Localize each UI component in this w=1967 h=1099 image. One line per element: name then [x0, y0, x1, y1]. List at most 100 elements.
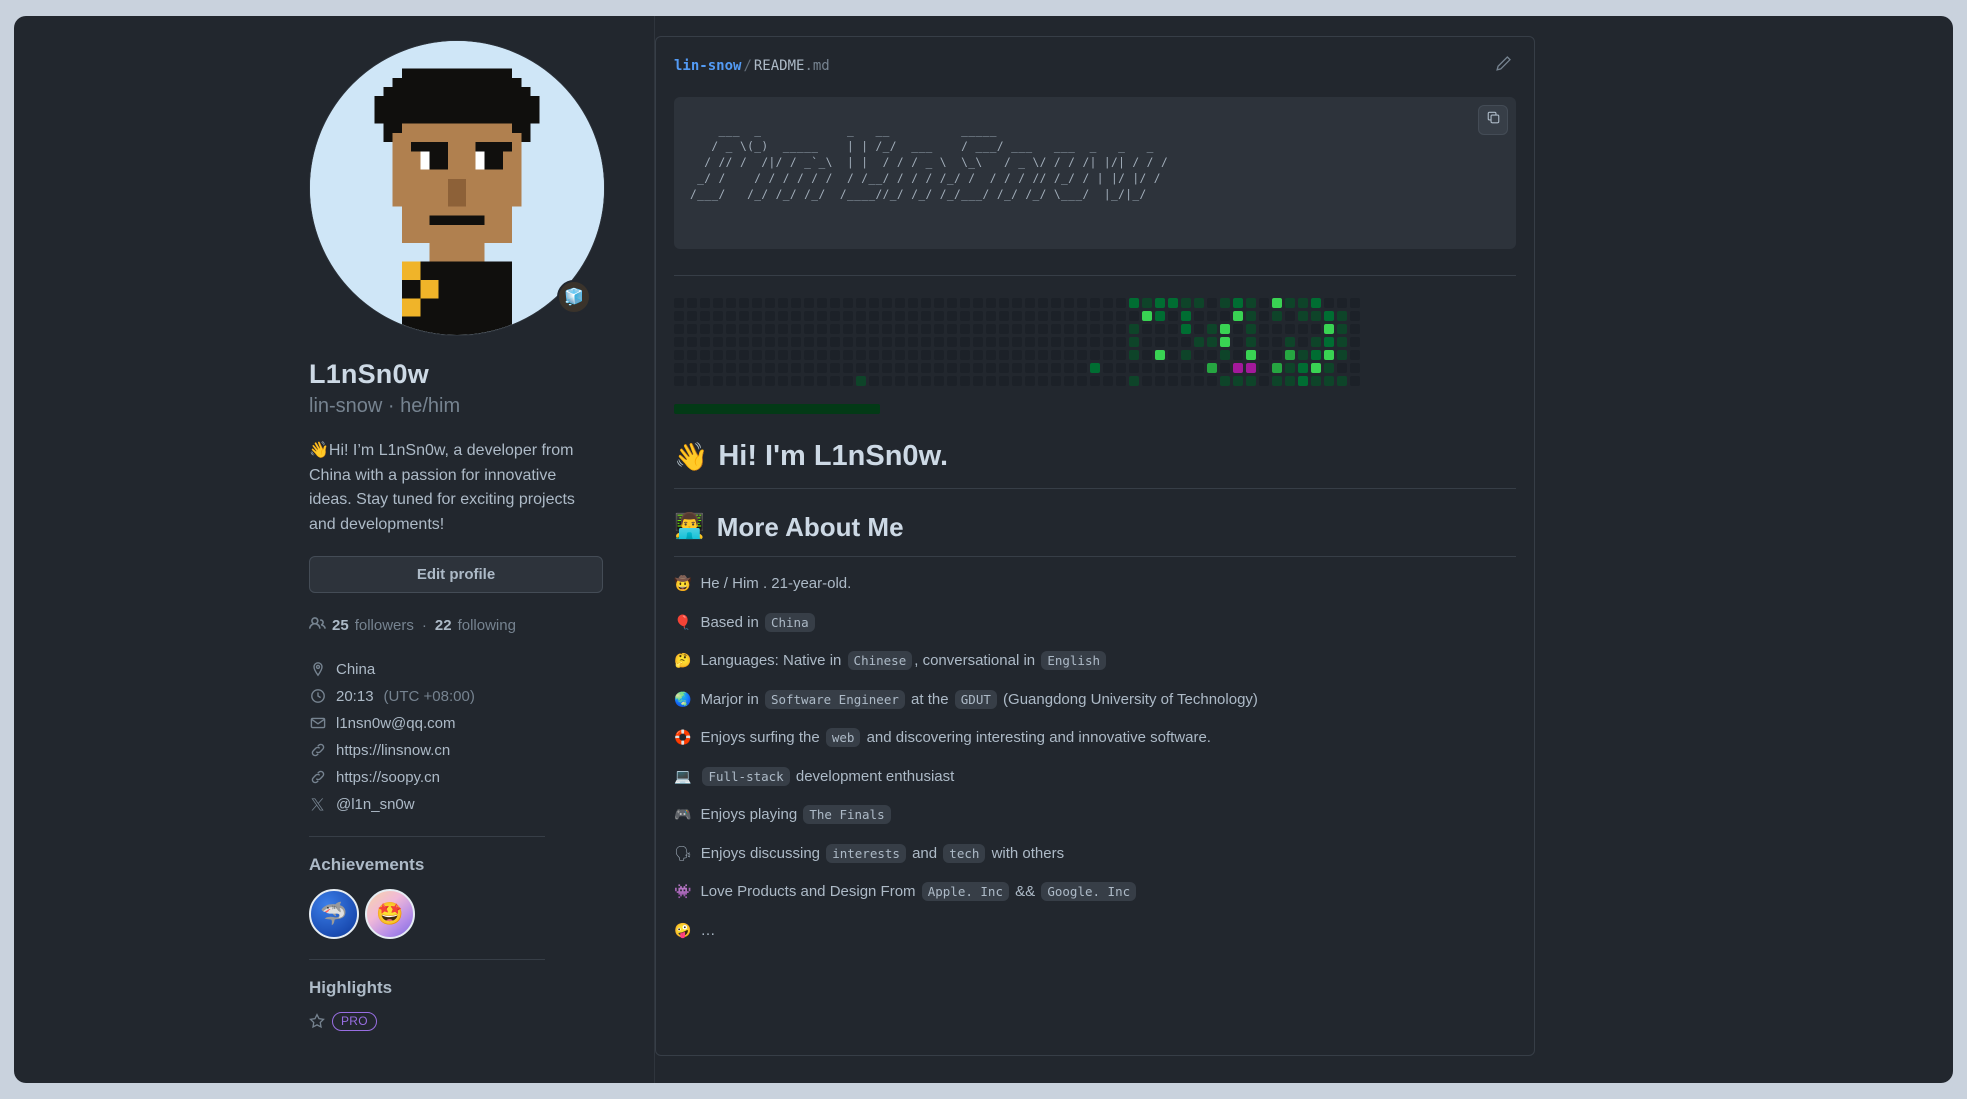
- contribution-cell[interactable]: [1207, 324, 1217, 334]
- contribution-cell[interactable]: [1285, 311, 1295, 321]
- contribution-cell[interactable]: [869, 298, 879, 308]
- contribution-cell[interactable]: [1350, 376, 1360, 386]
- contribution-cell[interactable]: [765, 376, 775, 386]
- contribution-cell[interactable]: [1233, 311, 1243, 321]
- contribution-cell[interactable]: [1233, 363, 1243, 373]
- contribution-cell[interactable]: [921, 363, 931, 373]
- contribution-cell[interactable]: [1298, 376, 1308, 386]
- contribution-cell[interactable]: [726, 324, 736, 334]
- contribution-cell[interactable]: [1272, 376, 1282, 386]
- contribution-cell[interactable]: [765, 324, 775, 334]
- contribution-cell[interactable]: [1298, 337, 1308, 347]
- contribution-cell[interactable]: [973, 311, 983, 321]
- contribution-cell[interactable]: [843, 376, 853, 386]
- contribution-cell[interactable]: [1064, 311, 1074, 321]
- contribution-cell[interactable]: [1259, 363, 1269, 373]
- contribution-cell[interactable]: [869, 376, 879, 386]
- contribution-cell[interactable]: [1298, 350, 1308, 360]
- contribution-cell[interactable]: [908, 363, 918, 373]
- contribution-cell[interactable]: [1311, 350, 1321, 360]
- contribution-cell[interactable]: [1090, 337, 1100, 347]
- contribution-cell[interactable]: [1246, 376, 1256, 386]
- contribution-cell[interactable]: [1116, 350, 1126, 360]
- contribution-cell[interactable]: [869, 324, 879, 334]
- contribution-cell[interactable]: [986, 350, 996, 360]
- contribution-cell[interactable]: [882, 298, 892, 308]
- contribution-cell[interactable]: [973, 324, 983, 334]
- contribution-cell[interactable]: [700, 337, 710, 347]
- contribution-cell[interactable]: [1012, 363, 1022, 373]
- contribution-cell[interactable]: [843, 337, 853, 347]
- contribution-cell[interactable]: [947, 311, 957, 321]
- contribution-cell[interactable]: [908, 376, 918, 386]
- contribution-cell[interactable]: [1142, 337, 1152, 347]
- contribution-cell[interactable]: [739, 337, 749, 347]
- contribution-cell[interactable]: [1285, 376, 1295, 386]
- contribution-cell[interactable]: [817, 311, 827, 321]
- contribution-cell[interactable]: [817, 337, 827, 347]
- contribution-cell[interactable]: [1259, 337, 1269, 347]
- contribution-cell[interactable]: [960, 298, 970, 308]
- contribution-cell[interactable]: [1233, 337, 1243, 347]
- contribution-cell[interactable]: [986, 324, 996, 334]
- contribution-cell[interactable]: [739, 350, 749, 360]
- contribution-cell[interactable]: [908, 350, 918, 360]
- contribution-cell[interactable]: [1324, 311, 1334, 321]
- contribution-cell[interactable]: [882, 324, 892, 334]
- contribution-cell[interactable]: [1337, 363, 1347, 373]
- contribution-cell[interactable]: [882, 363, 892, 373]
- breadcrumb-owner[interactable]: lin-snow: [674, 58, 741, 74]
- contribution-cell[interactable]: [947, 337, 957, 347]
- contribution-cell[interactable]: [1324, 376, 1334, 386]
- contribution-cell[interactable]: [1285, 324, 1295, 334]
- contribution-cell[interactable]: [999, 337, 1009, 347]
- pro-badge[interactable]: PRO: [332, 1011, 377, 1031]
- contribution-cell[interactable]: [726, 298, 736, 308]
- contribution-cell[interactable]: [1246, 311, 1256, 321]
- contribution-cell[interactable]: [817, 298, 827, 308]
- contribution-cell[interactable]: [1311, 376, 1321, 386]
- contribution-cell[interactable]: [1311, 311, 1321, 321]
- contribution-cell[interactable]: [1350, 350, 1360, 360]
- contribution-cell[interactable]: [856, 324, 866, 334]
- following-label[interactable]: following: [458, 617, 516, 634]
- contribution-cell[interactable]: [1285, 337, 1295, 347]
- contribution-cell[interactable]: [830, 298, 840, 308]
- contribution-cell[interactable]: [1090, 350, 1100, 360]
- contribution-cell[interactable]: [1259, 324, 1269, 334]
- contribution-cell[interactable]: [1025, 298, 1035, 308]
- contribution-cell[interactable]: [700, 363, 710, 373]
- contribution-cell[interactable]: [999, 350, 1009, 360]
- contribution-cell[interactable]: [1181, 350, 1191, 360]
- contribution-cell[interactable]: [1168, 376, 1178, 386]
- contribution-cell[interactable]: [882, 337, 892, 347]
- contribution-cell[interactable]: [1103, 376, 1113, 386]
- contribution-cell[interactable]: [1077, 324, 1087, 334]
- contribution-cell[interactable]: [1142, 324, 1152, 334]
- contribution-cell[interactable]: [1142, 376, 1152, 386]
- contribution-cell[interactable]: [1233, 350, 1243, 360]
- contribution-cell[interactable]: [674, 298, 684, 308]
- contribution-cell[interactable]: [700, 376, 710, 386]
- contribution-cell[interactable]: [1207, 363, 1217, 373]
- contribution-cell[interactable]: [1181, 363, 1191, 373]
- contribution-cell[interactable]: [1272, 337, 1282, 347]
- contribution-cell[interactable]: [895, 311, 905, 321]
- contribution-cell[interactable]: [687, 350, 697, 360]
- contribution-cell[interactable]: [960, 363, 970, 373]
- contribution-cell[interactable]: [947, 363, 957, 373]
- contribution-cell[interactable]: [1194, 337, 1204, 347]
- contribution-cell[interactable]: [856, 376, 866, 386]
- breadcrumb-file[interactable]: README: [754, 58, 805, 74]
- contribution-cell[interactable]: [778, 350, 788, 360]
- contribution-cell[interactable]: [1272, 311, 1282, 321]
- contribution-cell[interactable]: [1129, 350, 1139, 360]
- contribution-grid[interactable]: [674, 298, 1516, 386]
- contribution-cell[interactable]: [1298, 298, 1308, 308]
- contribution-cell[interactable]: [1051, 298, 1061, 308]
- contribution-cell[interactable]: [687, 363, 697, 373]
- contribution-cell[interactable]: [765, 350, 775, 360]
- contribution-cell[interactable]: [908, 311, 918, 321]
- contribution-cell[interactable]: [1350, 311, 1360, 321]
- contribution-cell[interactable]: [1155, 363, 1165, 373]
